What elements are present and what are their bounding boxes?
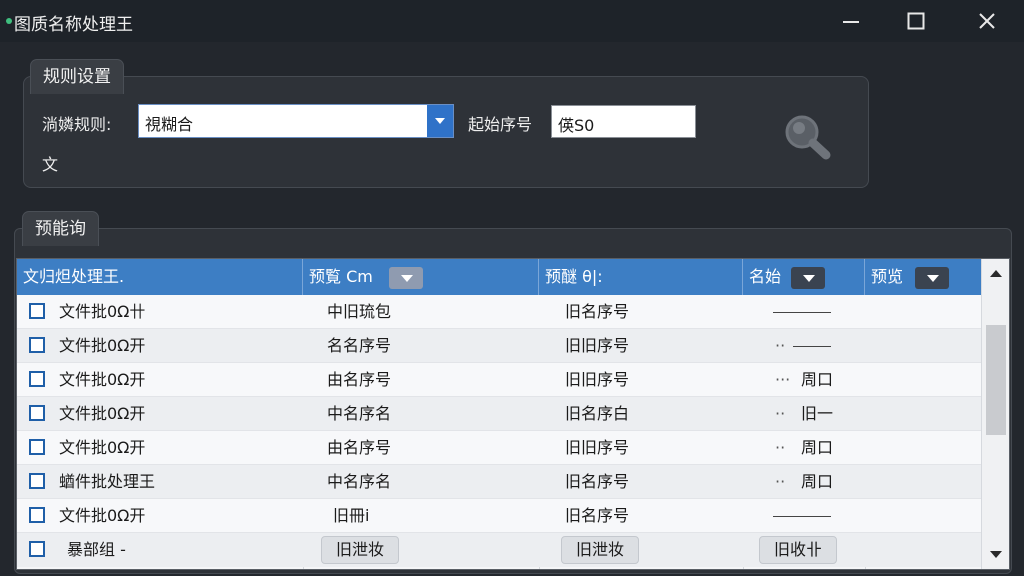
app-icon bbox=[6, 18, 12, 24]
row-preview-1: 由名序号 bbox=[327, 438, 392, 457]
filter-rule-label: 淌嫾规则: bbox=[42, 115, 112, 134]
start-index-value: 偀S0 bbox=[558, 116, 595, 135]
close-button[interactable] bbox=[952, 0, 1022, 42]
row-checkbox[interactable] bbox=[29, 371, 45, 387]
row-start-value: 周口 bbox=[801, 370, 834, 389]
row-checkbox[interactable] bbox=[29, 337, 45, 353]
row-checkbox[interactable] bbox=[29, 507, 45, 523]
row-separator-line bbox=[793, 346, 831, 347]
minimize-button[interactable] bbox=[816, 0, 886, 42]
row-filename: 文件批0Ω开 bbox=[59, 336, 146, 355]
row-checkbox[interactable] bbox=[29, 541, 45, 557]
row-preview-2: 旧名序号 bbox=[565, 472, 630, 491]
table-row[interactable]: 文件批0Ω开 由名序号 旧旧序号 ·· 周口 bbox=[17, 431, 981, 465]
row-preview-2: 旧旧序号 bbox=[565, 336, 630, 355]
row-checkbox[interactable] bbox=[29, 473, 45, 489]
row-preview-2: 旧名序号 bbox=[565, 506, 630, 525]
row-start-prefix: ·· bbox=[775, 336, 786, 355]
chevron-down-icon bbox=[435, 118, 445, 124]
row-separator-line bbox=[773, 516, 831, 517]
row-filename: 文件批0Ω开 bbox=[59, 404, 146, 423]
filter-rule-combo[interactable]: 視糊合 bbox=[138, 104, 454, 138]
table-row[interactable]: 蝤件批处理王 中名序名 旧名序号 ·· 周口 bbox=[17, 465, 981, 499]
start-index-label: 起始序号 bbox=[468, 115, 533, 134]
row-preview-1: 中名序名 bbox=[327, 404, 392, 423]
row-action-button[interactable]: 旧收卝 bbox=[759, 536, 837, 564]
maximize-icon bbox=[907, 12, 925, 30]
col-header-filename[interactable]: 文归炟处理王. bbox=[17, 259, 303, 295]
col-header-preview-1[interactable]: 预覧 Cm bbox=[303, 259, 539, 295]
minimize-icon bbox=[843, 21, 859, 23]
start-index-input[interactable]: 偀S0 bbox=[551, 105, 696, 138]
table-row[interactable]: 文件批0Ω开 由名序号 旧旧序号 ··· 周口 bbox=[17, 363, 981, 397]
row-start-prefix: ··· bbox=[775, 370, 791, 389]
row-start-prefix: ·· bbox=[775, 404, 786, 423]
table-row[interactable]: 文件批0Ω卄 中旧琉包 旧名序号 bbox=[17, 295, 981, 329]
table-row[interactable]: 暴部组 - 旧泄妆 旧泄妆 旧收卝 bbox=[17, 533, 981, 567]
row-filename: 文件批0Ω开 bbox=[59, 438, 146, 457]
row-start-value: 周口 bbox=[801, 438, 834, 457]
row-filename: 文件批0Ω卄 bbox=[59, 302, 146, 321]
scrollbar-thumb[interactable] bbox=[986, 325, 1006, 435]
preview-panel-tab[interactable]: 预能询 bbox=[22, 211, 99, 246]
row-preview-1: 中旧琉包 bbox=[327, 302, 392, 321]
scroll-down-icon bbox=[990, 551, 1002, 558]
row-checkbox[interactable] bbox=[29, 439, 45, 455]
row-filename: 蝤件批处理王 bbox=[59, 472, 156, 491]
window-title: 图质名称处理王 bbox=[14, 15, 133, 35]
search-icon bbox=[785, 115, 831, 160]
col-header-preview-3[interactable]: 预览 bbox=[865, 259, 981, 295]
grid-header: 文归炟处理王. 预覧 Cm 预醚 θ|: 名始 预览 bbox=[17, 259, 981, 295]
row-preview-1: 名名序号 bbox=[327, 336, 392, 355]
search-button[interactable] bbox=[782, 112, 834, 164]
row-preview-1: 中名序名 bbox=[327, 472, 392, 491]
close-icon bbox=[979, 13, 995, 29]
row-preview-2: 旧旧序号 bbox=[565, 370, 630, 389]
maximize-button[interactable] bbox=[881, 0, 951, 42]
row-preview-2: 旧旧序号 bbox=[565, 438, 630, 457]
row-preview-2: 旧名序号 bbox=[565, 302, 630, 321]
rules-panel-tab[interactable]: 规则设置 bbox=[30, 59, 124, 94]
preview-grid: 文归炟处理王. 预覧 Cm 预醚 θ|: 名始 预览 文件批0Ω卄 中旧琉包 旧… bbox=[16, 258, 1010, 570]
row-start-prefix: ·· bbox=[775, 438, 786, 457]
row-preview-2: 旧名序白 bbox=[565, 404, 630, 423]
col-header-preview-2[interactable]: 预醚 θ|: bbox=[539, 259, 743, 295]
row-start-prefix: ·· bbox=[775, 472, 786, 491]
row-filename: 暴部组 - bbox=[67, 540, 126, 559]
table-row[interactable]: 文件批0Ω开 旧冊i 旧名序号 bbox=[17, 499, 981, 533]
table-row[interactable]: 文件批0Ω开 名名序号 旧旧序号 ·· bbox=[17, 329, 981, 363]
chevron-down-icon[interactable] bbox=[915, 267, 949, 289]
row-preview-1: 旧冊i bbox=[333, 506, 370, 525]
chevron-down-icon[interactable] bbox=[389, 267, 423, 289]
row-action-button[interactable]: 旧泄妆 bbox=[561, 536, 639, 564]
vertical-scrollbar[interactable] bbox=[981, 259, 1009, 569]
row-start-value: 旧一 bbox=[801, 404, 834, 423]
row-preview-1: 由名序号 bbox=[327, 370, 392, 389]
row-filename: 文件批0Ω开 bbox=[59, 506, 146, 525]
row-checkbox[interactable] bbox=[29, 303, 45, 319]
row-filename: 文件批0Ω开 bbox=[59, 370, 146, 389]
title-bar: 图质名称处理王 bbox=[0, 0, 1024, 42]
extra-label: 文 bbox=[42, 155, 59, 174]
row-checkbox[interactable] bbox=[29, 405, 45, 421]
row-action-button[interactable]: 旧泄妆 bbox=[321, 536, 399, 564]
scroll-up-icon bbox=[990, 270, 1002, 277]
combo-dropdown-button[interactable] bbox=[427, 105, 453, 137]
table-row[interactable]: 文件批0Ω开 中名序名 旧名序白 ·· 旧一 bbox=[17, 397, 981, 431]
row-start-value: 周口 bbox=[801, 472, 834, 491]
chevron-down-icon[interactable] bbox=[791, 267, 825, 289]
row-separator-line bbox=[773, 312, 831, 313]
col-header-start[interactable]: 名始 bbox=[743, 259, 865, 295]
filter-rule-value: 視糊合 bbox=[145, 115, 194, 134]
